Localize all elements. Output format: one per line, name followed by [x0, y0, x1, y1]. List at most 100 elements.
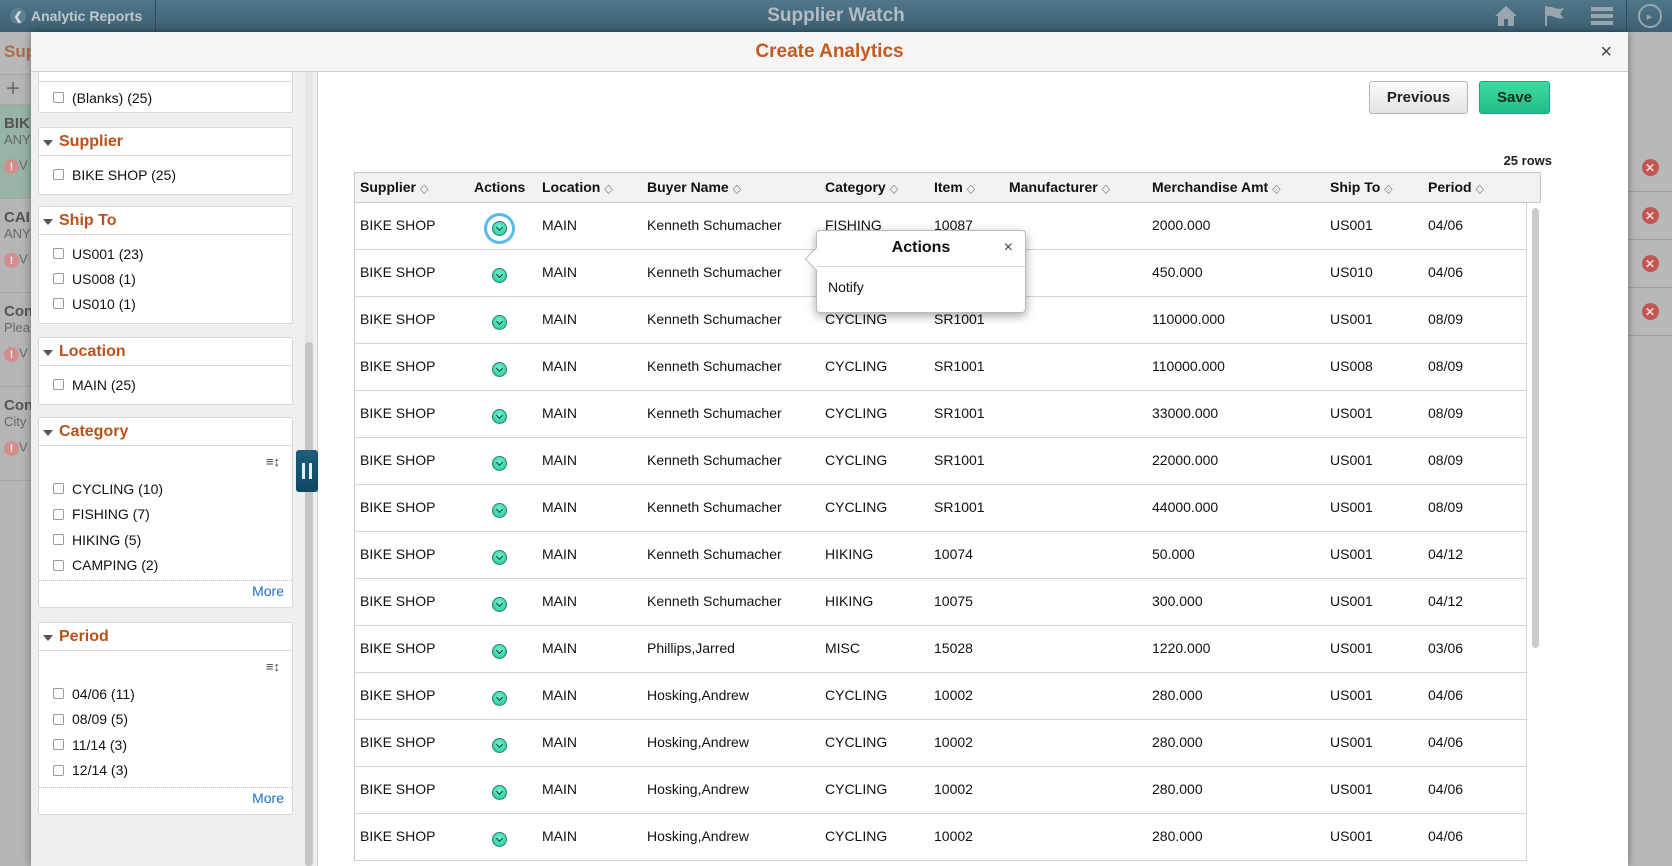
facet-header[interactable]: Location	[39, 338, 292, 366]
checkbox[interactable]	[53, 248, 64, 259]
facet-option[interactable]: (Blanks) (25)	[39, 84, 292, 111]
cell-category: CYCLING	[825, 452, 888, 468]
sort-icon[interactable]: ≡↕	[39, 651, 292, 681]
sort-icon[interactable]: ◇	[1476, 181, 1484, 195]
sort-icon[interactable]: ◇	[1384, 181, 1392, 195]
column-header-location[interactable]: Location ◇	[542, 179, 613, 196]
cell-merchandise-amt: 44000.000	[1152, 499, 1219, 515]
column-header-period[interactable]: Period ◇	[1428, 179, 1484, 196]
table-row[interactable]: BIKE SHOP MAIN Kenneth Schumacher CYCLING SR…	[355, 344, 1527, 391]
checkbox[interactable]	[53, 764, 64, 776]
facet-option[interactable]: 08/09 (5)	[39, 707, 292, 733]
sort-icon[interactable]: ◇	[420, 181, 428, 195]
facet-option[interactable]: US001 (23)	[39, 241, 292, 266]
column-header-category[interactable]: Category ◇	[825, 179, 898, 196]
related-actions-icon[interactable]	[492, 315, 507, 330]
more-link[interactable]: More	[39, 580, 292, 602]
cell-merchandise-amt: 2000.000	[1152, 217, 1211, 233]
column-header-ship-to[interactable]: Ship To ◇	[1330, 179, 1393, 196]
checkbox[interactable]	[53, 169, 64, 180]
facet-option[interactable]: HIKING (5)	[39, 527, 292, 553]
table-row[interactable]: BIKE SHOP MAIN Hosking,Andrew CYCLING 10002 2…	[355, 814, 1527, 861]
column-header-item[interactable]: Item ◇	[934, 179, 975, 196]
hamburger-menu-icon[interactable]	[1578, 0, 1626, 32]
collapse-triangle-icon	[43, 429, 53, 436]
sort-icon[interactable]: ◇	[1272, 181, 1280, 195]
save-button[interactable]: Save	[1479, 81, 1550, 114]
related-actions-icon[interactable]	[492, 785, 507, 800]
checkbox[interactable]	[53, 739, 64, 751]
related-actions-icon[interactable]	[492, 550, 507, 565]
facet-option[interactable]: 12/14 (3)	[39, 758, 292, 784]
table-row[interactable]: BIKE SHOP MAIN Kenneth Schumacher CYCLING SR…	[355, 485, 1527, 532]
popup-header: Actions ×	[817, 231, 1025, 267]
related-actions-icon[interactable]	[492, 738, 507, 753]
checkbox[interactable]	[53, 379, 64, 390]
sort-icon[interactable]: ◇	[967, 181, 975, 195]
table-row[interactable]: BIKE SHOP MAIN Kenneth Schumacher CYCLING SR…	[355, 391, 1527, 438]
table-row[interactable]: BIKE SHOP MAIN Kenneth Schumacher CYCLING SR…	[355, 438, 1527, 485]
sort-icon[interactable]: ◇	[604, 181, 612, 195]
grid-scrollbar[interactable]	[1532, 208, 1539, 648]
facet-option[interactable]: BIKE SHOP (25)	[39, 161, 292, 188]
checkbox[interactable]	[53, 298, 64, 309]
collapse-panel-handle[interactable]	[296, 450, 318, 492]
close-icon[interactable]: ×	[1004, 231, 1013, 265]
facet-option[interactable]: 04/06 (11)	[39, 681, 292, 707]
popup-item-notify[interactable]: Notify	[817, 267, 1025, 295]
checkbox[interactable]	[53, 273, 64, 284]
navigator-button[interactable]: ▸	[1626, 0, 1672, 32]
close-icon[interactable]: ×	[1600, 41, 1612, 64]
column-header-merchandise-amt[interactable]: Merchandise Amt ◇	[1152, 179, 1281, 196]
table-row[interactable]: BIKE SHOP MAIN Kenneth Schumacher HIKING 100…	[355, 579, 1527, 626]
cell-merchandise-amt: 1220.000	[1152, 640, 1211, 656]
table-row[interactable]: BIKE SHOP MAIN Hosking,Andrew CYCLING 10002 2…	[355, 767, 1527, 814]
facet-option[interactable]: MAIN (25)	[39, 371, 292, 398]
previous-button[interactable]: Previous	[1369, 81, 1468, 114]
home-icon[interactable]	[1482, 0, 1530, 32]
related-actions-icon[interactable]	[492, 362, 507, 377]
facet-option[interactable]: US010 (1)	[39, 291, 292, 316]
related-actions-icon[interactable]	[492, 691, 507, 706]
checkbox[interactable]	[53, 508, 64, 520]
column-header-buyer-name[interactable]: Buyer Name ◇	[647, 179, 741, 196]
scrollbar-thumb[interactable]	[305, 342, 313, 866]
table-row[interactable]: BIKE SHOP MAIN Hosking,Andrew CYCLING 10002 2…	[355, 720, 1527, 767]
cell-period: 08/09	[1428, 311, 1464, 327]
facet-header[interactable]: Category	[39, 418, 292, 446]
related-actions-icon[interactable]	[492, 268, 507, 283]
related-actions-icon[interactable]	[492, 832, 507, 847]
checkbox[interactable]	[53, 534, 64, 546]
facet-header[interactable]: Supplier	[39, 128, 292, 156]
checkbox[interactable]	[53, 559, 64, 571]
column-header-manufacturer[interactable]: Manufacturer ◇	[1009, 179, 1110, 196]
facet-option[interactable]: US008 (1)	[39, 266, 292, 291]
cell-buyer-name: Phillips,Jarred	[647, 640, 735, 656]
related-actions-icon[interactable]	[492, 221, 507, 236]
related-actions-icon[interactable]	[492, 409, 507, 424]
sort-icon[interactable]: ◇	[890, 181, 898, 195]
checkbox[interactable]	[53, 713, 64, 725]
facet-header[interactable]: Period	[39, 623, 292, 651]
table-row[interactable]: BIKE SHOP MAIN Kenneth Schumacher HIKING 100…	[355, 532, 1527, 579]
facet-header[interactable]: Ship To	[39, 207, 292, 235]
facet-option[interactable]: 11/14 (3)	[39, 732, 292, 758]
facet-option[interactable]: CAMPING (2)	[39, 553, 292, 579]
facet-option[interactable]: CYCLING (10)	[39, 476, 292, 502]
related-actions-icon[interactable]	[492, 503, 507, 518]
related-actions-icon[interactable]	[492, 456, 507, 471]
checkbox[interactable]	[53, 483, 64, 495]
checkbox[interactable]	[53, 688, 64, 700]
column-header-supplier[interactable]: Supplier ◇	[360, 179, 428, 196]
checkbox[interactable]	[53, 92, 64, 103]
more-link[interactable]: More	[39, 787, 292, 809]
facet-option[interactable]: FISHING (7)	[39, 502, 292, 528]
sort-icon[interactable]: ◇	[733, 181, 741, 195]
flag-icon[interactable]	[1530, 0, 1578, 32]
sort-icon[interactable]: ◇	[1102, 181, 1110, 195]
table-row[interactable]: BIKE SHOP MAIN Phillips,Jarred MISC 15028 122…	[355, 626, 1527, 673]
related-actions-icon[interactable]	[492, 597, 507, 612]
related-actions-icon[interactable]	[492, 644, 507, 659]
sort-icon[interactable]: ≡↕	[39, 446, 292, 476]
table-row[interactable]: BIKE SHOP MAIN Hosking,Andrew CYCLING 10002 2…	[355, 673, 1527, 720]
